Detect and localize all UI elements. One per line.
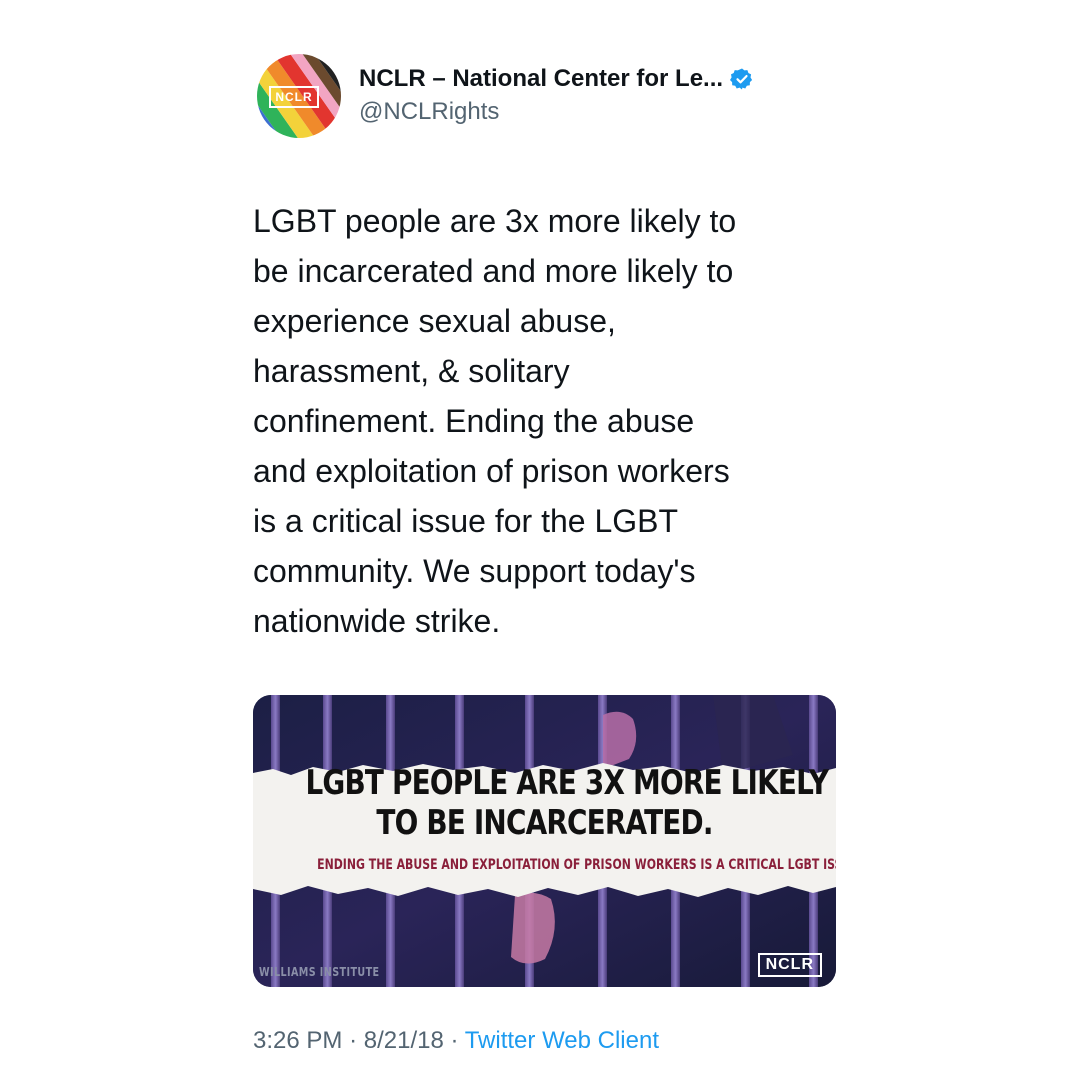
media-headline-line2: TO BE INCARCERATED. bbox=[376, 803, 713, 843]
tweet-text-line: community. We support today's bbox=[253, 553, 696, 589]
display-name[interactable]: NCLR – National Center for Le... bbox=[359, 65, 723, 93]
tweet: NCLR NCLR – National Center for Le... @N… bbox=[253, 50, 838, 1055]
tweet-text-line: confinement. Ending the abuse bbox=[253, 403, 695, 439]
display-name-row: NCLR – National Center for Le... bbox=[359, 62, 839, 96]
avatar[interactable]: NCLR bbox=[257, 54, 341, 138]
verified-badge-icon bbox=[730, 68, 753, 90]
tweet-text-line: is a critical issue for the LGBT bbox=[253, 503, 679, 539]
avatar-logo: NCLR bbox=[269, 86, 319, 108]
media-nclr-logo: NCLR bbox=[757, 953, 822, 977]
author-names: NCLR – National Center for Le... @NCLRig… bbox=[359, 62, 839, 126]
tweet-text-line: nationwide strike. bbox=[253, 603, 501, 639]
tweet-text-line: and exploitation of prison workers bbox=[253, 453, 730, 489]
tweet-text-line: be incarcerated and more likely to bbox=[253, 253, 734, 289]
headline-banner: LGBT PEOPLE ARE 3X MORE LIKELY TO BE INC… bbox=[253, 761, 836, 901]
tweet-time[interactable]: 3:26 PM bbox=[253, 1027, 342, 1054]
tweet-text-line: LGBT people are 3x more likely to bbox=[253, 203, 737, 239]
tweet-metadata: 3:26 PM · 8/21/18 · Twitter Web Client bbox=[253, 1027, 838, 1055]
meta-separator: · bbox=[450, 1027, 459, 1054]
tweet-text: LGBT people are 3x more likely to be inc… bbox=[253, 196, 838, 646]
meta-separator: · bbox=[349, 1027, 358, 1054]
tweet-media-image[interactable]: LGBT PEOPLE ARE 3X MORE LIKELY TO BE INC… bbox=[253, 695, 836, 987]
tweet-text-line: experience sexual abuse, bbox=[253, 303, 616, 339]
media-subline: ENDING THE ABUSE AND EXPLOITATION OF PRI… bbox=[317, 857, 836, 873]
tweet-text-line: harassment, & solitary bbox=[253, 353, 570, 389]
tweet-source-link[interactable]: Twitter Web Client bbox=[465, 1027, 659, 1054]
tweet-date[interactable]: 8/21/18 bbox=[364, 1027, 444, 1054]
media-headline-line1: LGBT PEOPLE ARE 3X MORE LIKELY bbox=[305, 763, 829, 803]
tweet-header: NCLR NCLR – National Center for Le... @N… bbox=[253, 50, 838, 140]
author-handle[interactable]: @NCLRights bbox=[359, 98, 839, 126]
media-credit: WILLIAMS INSTITUTE bbox=[259, 965, 380, 979]
